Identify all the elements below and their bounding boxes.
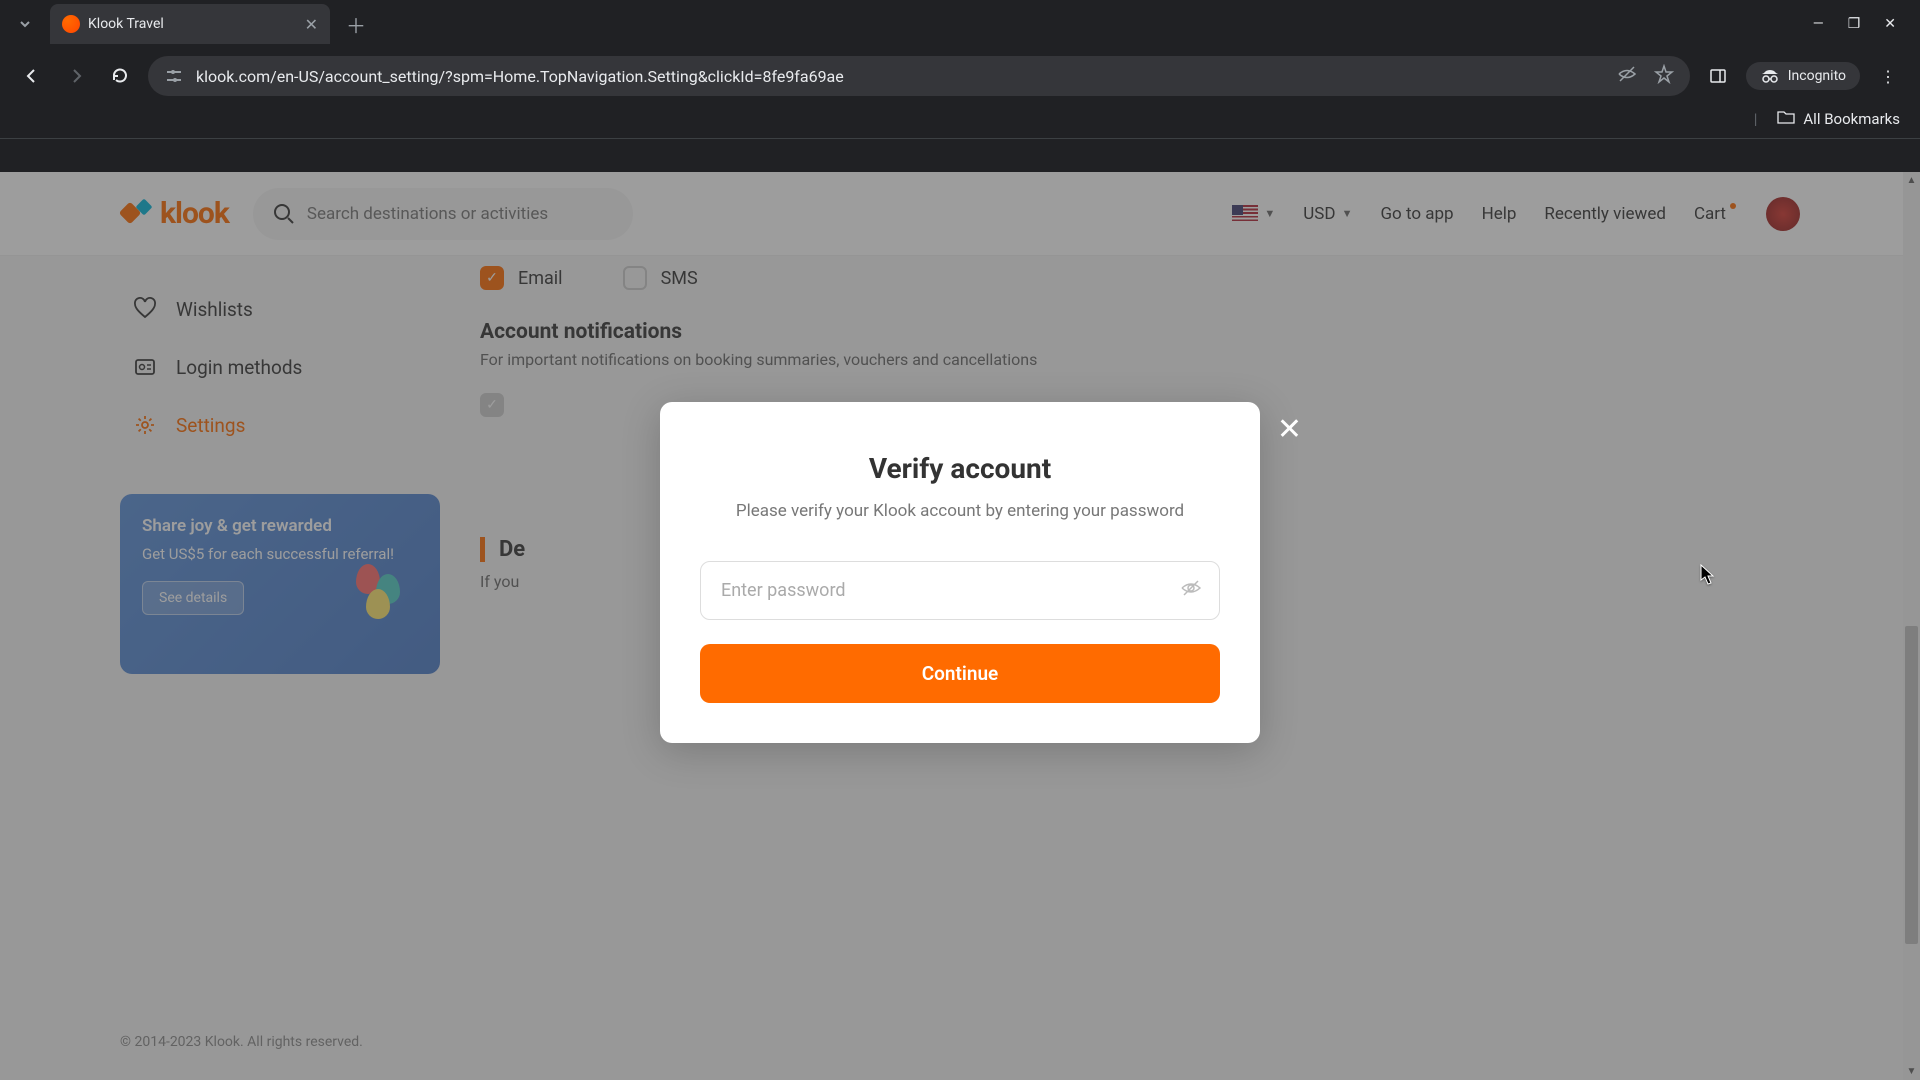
tab-favicon <box>62 15 80 33</box>
browser-chrome: Klook Travel ✕ ＋ — ❐ ✕ klook.com/en-US/a… <box>0 0 1920 139</box>
tab-close-icon[interactable]: ✕ <box>305 15 318 34</box>
tab-strip: Klook Travel ✕ ＋ — ❐ ✕ <box>0 0 1920 48</box>
verify-account-modal: ✕ Verify account Please verify your Kloo… <box>660 402 1260 743</box>
tab-search-dropdown[interactable] <box>8 7 42 41</box>
incognito-icon <box>1760 69 1780 83</box>
password-field-wrap <box>700 561 1220 620</box>
url-text: klook.com/en-US/account_setting/?spm=Hom… <box>196 67 844 86</box>
show-password-icon[interactable] <box>1180 577 1202 603</box>
close-window-button[interactable]: ✕ <box>1884 16 1896 32</box>
eye-off-icon[interactable] <box>1616 63 1638 89</box>
page-viewport: klook ▼ USD ▼ Go to app Help Recently vi… <box>0 172 1920 1080</box>
site-settings-icon[interactable] <box>164 66 184 86</box>
reload-button[interactable] <box>104 60 136 92</box>
password-input[interactable] <box>700 561 1220 620</box>
bookmarks-bar: | All Bookmarks <box>0 104 1920 139</box>
side-panel-icon[interactable] <box>1702 60 1734 92</box>
new-tab-button[interactable]: ＋ <box>338 6 374 43</box>
window-controls: — ❐ ✕ <box>1813 16 1912 32</box>
minimize-button[interactable]: — <box>1813 16 1824 32</box>
back-button[interactable] <box>16 60 48 92</box>
tab-title: Klook Travel <box>88 16 297 32</box>
incognito-label: Incognito <box>1788 68 1846 84</box>
url-actions <box>1616 63 1674 89</box>
browser-menu-icon[interactable]: ⋮ <box>1872 60 1904 92</box>
modal-title: Verify account <box>700 452 1220 485</box>
maximize-button[interactable]: ❐ <box>1848 16 1861 32</box>
incognito-indicator[interactable]: Incognito <box>1746 62 1860 90</box>
modal-close-button[interactable]: ✕ <box>1269 404 1310 455</box>
folder-icon <box>1777 110 1795 128</box>
continue-button[interactable]: Continue <box>700 644 1220 703</box>
browser-tab[interactable]: Klook Travel ✕ <box>50 4 330 44</box>
forward-button[interactable] <box>60 60 92 92</box>
modal-overlay[interactable]: ✕ Verify account Please verify your Kloo… <box>0 172 1920 1080</box>
address-bar[interactable]: klook.com/en-US/account_setting/?spm=Hom… <box>148 56 1690 96</box>
address-bar-row: klook.com/en-US/account_setting/?spm=Hom… <box>0 48 1920 104</box>
modal-description: Please verify your Klook account by ente… <box>700 499 1220 525</box>
all-bookmarks-link[interactable]: All Bookmarks <box>1803 110 1900 128</box>
bookmark-star-icon[interactable] <box>1654 64 1674 88</box>
